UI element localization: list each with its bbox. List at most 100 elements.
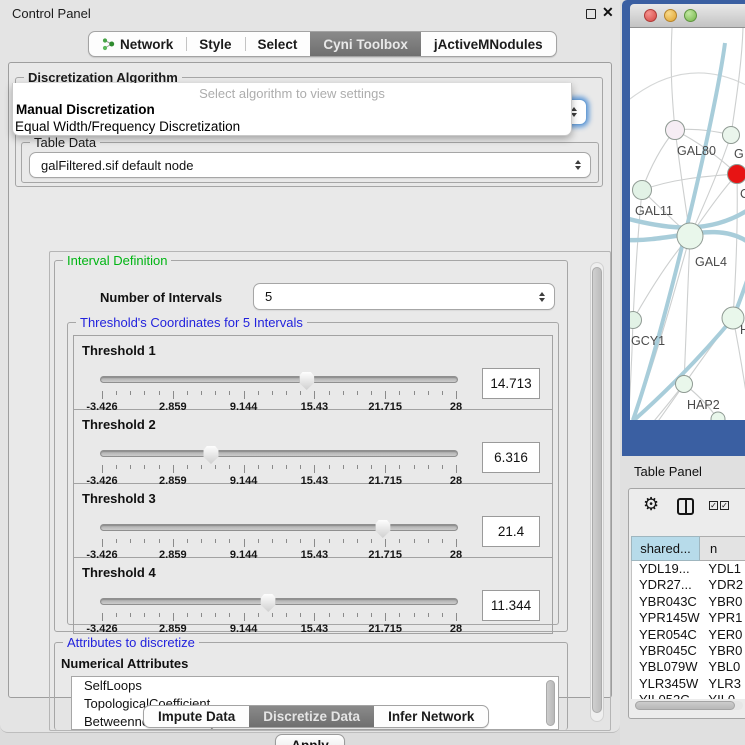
slider-thumb[interactable] (203, 446, 218, 464)
network-node[interactable] (677, 223, 703, 249)
tick-mark (187, 613, 188, 617)
threshold-value-field[interactable]: 14.713 (482, 368, 540, 399)
number-of-intervals-combobox[interactable]: 5 (253, 283, 555, 310)
tick-mark (144, 613, 145, 617)
network-canvas[interactable]: GAL80GCGAL11GAL4GCY1HHAP2 (630, 28, 745, 420)
table-row[interactable]: YLR345WYLR3 (632, 676, 745, 692)
tick-mark (272, 391, 273, 395)
table-row[interactable]: YPR145WYPR1 (632, 610, 745, 626)
table-row[interactable]: YIL052CYIL0 (632, 692, 745, 699)
tick-mark (116, 613, 117, 617)
threshold-label: Threshold 3 (82, 491, 156, 506)
cell-shared-name: YIL052C (632, 692, 700, 699)
list-scrollbar[interactable] (546, 680, 555, 726)
cell-name: YDL1 (700, 561, 745, 577)
tick-mark (300, 613, 301, 617)
column-header-shared-name[interactable]: shared... (631, 536, 700, 561)
slider-track[interactable] (100, 376, 458, 383)
threshold-value-field[interactable]: 6.316 (482, 442, 540, 473)
threshold-value-field[interactable]: 11.344 (482, 590, 540, 621)
cell-shared-name: YDL19... (632, 561, 700, 577)
control-panel-titlebar[interactable]: Control Panel ✕ (0, 0, 620, 26)
tick-mark (456, 613, 457, 621)
threshold-value-field[interactable]: 21.4 (482, 516, 540, 547)
network-node[interactable] (630, 312, 642, 329)
network-edge[interactable] (671, 28, 675, 130)
gear-icon[interactable]: ⚙ (643, 495, 659, 513)
dropdown-option-equal-width[interactable]: Equal Width/Frequency Discretization (15, 119, 240, 134)
tab-select[interactable]: Select (245, 32, 311, 56)
list-item[interactable]: SelfLoops (72, 677, 558, 695)
network-node[interactable] (633, 181, 652, 200)
threshold-slider[interactable]: -3.4262.8599.14415.4321.71528 (100, 446, 458, 482)
network-edge[interactable] (630, 73, 745, 103)
network-window-titlebar[interactable] (630, 4, 745, 28)
network-edge[interactable] (684, 236, 690, 384)
table-row[interactable]: YDR27...YDR2 (632, 577, 745, 593)
network-node[interactable] (728, 165, 745, 184)
tick-mark (229, 539, 230, 543)
dropdown-option-manual-discretization[interactable]: Manual Discretization (16, 102, 155, 117)
threshold-slider[interactable]: -3.4262.8599.14415.4321.71528 (100, 372, 458, 408)
network-edge[interactable] (731, 28, 743, 135)
network-node[interactable] (676, 376, 693, 393)
split-columns-icon[interactable] (677, 498, 694, 515)
thresholds-group: Threshold's Coordinates for 5 Intervals … (67, 322, 559, 625)
network-edge[interactable] (733, 174, 737, 318)
network-node[interactable] (723, 127, 740, 144)
network-edge[interactable] (642, 174, 737, 190)
slider-track[interactable] (100, 598, 458, 605)
tick-mark (102, 613, 103, 621)
slider-track[interactable] (100, 450, 458, 457)
scrollbar-thumb[interactable] (592, 267, 602, 713)
network-graph[interactable]: GAL80GCGAL11GAL4GCY1HHAP2 (630, 28, 745, 420)
network-edge[interactable] (642, 130, 675, 190)
cell-shared-name: YDR27... (632, 577, 700, 593)
tick-mark (173, 539, 174, 547)
float-window-icon[interactable] (586, 9, 596, 19)
cell-shared-name: YPR145W (632, 610, 700, 626)
table-rows[interactable]: YDL19...YDL1YDR27...YDR2YBR043CYBR0YPR14… (631, 561, 745, 699)
zoom-traffic-light-icon[interactable] (684, 9, 697, 22)
slider-thumb[interactable] (375, 520, 390, 538)
tab-network[interactable]: Network (89, 32, 186, 56)
tick-mark (357, 613, 358, 617)
tab-impute-data[interactable]: Impute Data (144, 706, 249, 727)
tab-jactivemnodules[interactable]: jActiveMNodules (421, 32, 556, 56)
slider-thumb[interactable] (299, 372, 314, 390)
close-traffic-light-icon[interactable] (644, 9, 657, 22)
tab-style[interactable]: Style (186, 32, 244, 56)
network-node[interactable] (666, 121, 685, 140)
stepper-icon (575, 160, 581, 170)
tick-mark (456, 391, 457, 399)
tab-cyni-toolbox[interactable]: Cyni Toolbox (310, 32, 421, 56)
tab-discretize-data[interactable]: Discretize Data (249, 706, 374, 727)
tab-infer-network[interactable]: Infer Network (374, 706, 488, 727)
network-edge[interactable] (630, 419, 718, 420)
slider-thumb[interactable] (261, 594, 276, 612)
threshold-slider[interactable]: -3.4262.8599.14415.4321.71528 (100, 594, 458, 630)
minimize-traffic-light-icon[interactable] (664, 9, 677, 22)
tick-mark (201, 465, 202, 469)
close-icon[interactable]: ✕ (602, 4, 614, 21)
tick-mark (442, 465, 443, 469)
control-panel-tabbar: Network Style Select Cyni Toolbox jActiv… (88, 31, 557, 57)
hscrollbar-thumb[interactable] (635, 701, 735, 710)
table-row[interactable]: YBR043CYBR0 (632, 594, 745, 610)
table-row[interactable]: YER054CYER0 (632, 627, 745, 643)
cell-name: YER0 (700, 627, 745, 643)
cell-name: YDR2 (700, 577, 745, 593)
column-header-name[interactable]: n (700, 536, 745, 561)
column-visibility-icons[interactable]: ✓ ✓ (709, 501, 729, 510)
threshold-slider[interactable]: -3.4262.8599.14415.4321.71528 (100, 520, 458, 556)
settings-scrollbar[interactable] (590, 262, 604, 722)
table-hscrollbar[interactable] (635, 701, 743, 710)
table-row[interactable]: YBR045CYBR0 (632, 643, 745, 659)
table-row[interactable]: YDL19...YDL1 (632, 561, 745, 577)
table-row[interactable]: YBL079WYBL0 (632, 659, 745, 675)
threshold-label: Threshold 4 (82, 565, 156, 580)
apply-button[interactable]: Apply (275, 734, 345, 745)
tick-mark (371, 465, 372, 469)
table-data-combobox[interactable]: galFiltered.sif default node (29, 152, 591, 178)
slider-track[interactable] (100, 524, 458, 531)
